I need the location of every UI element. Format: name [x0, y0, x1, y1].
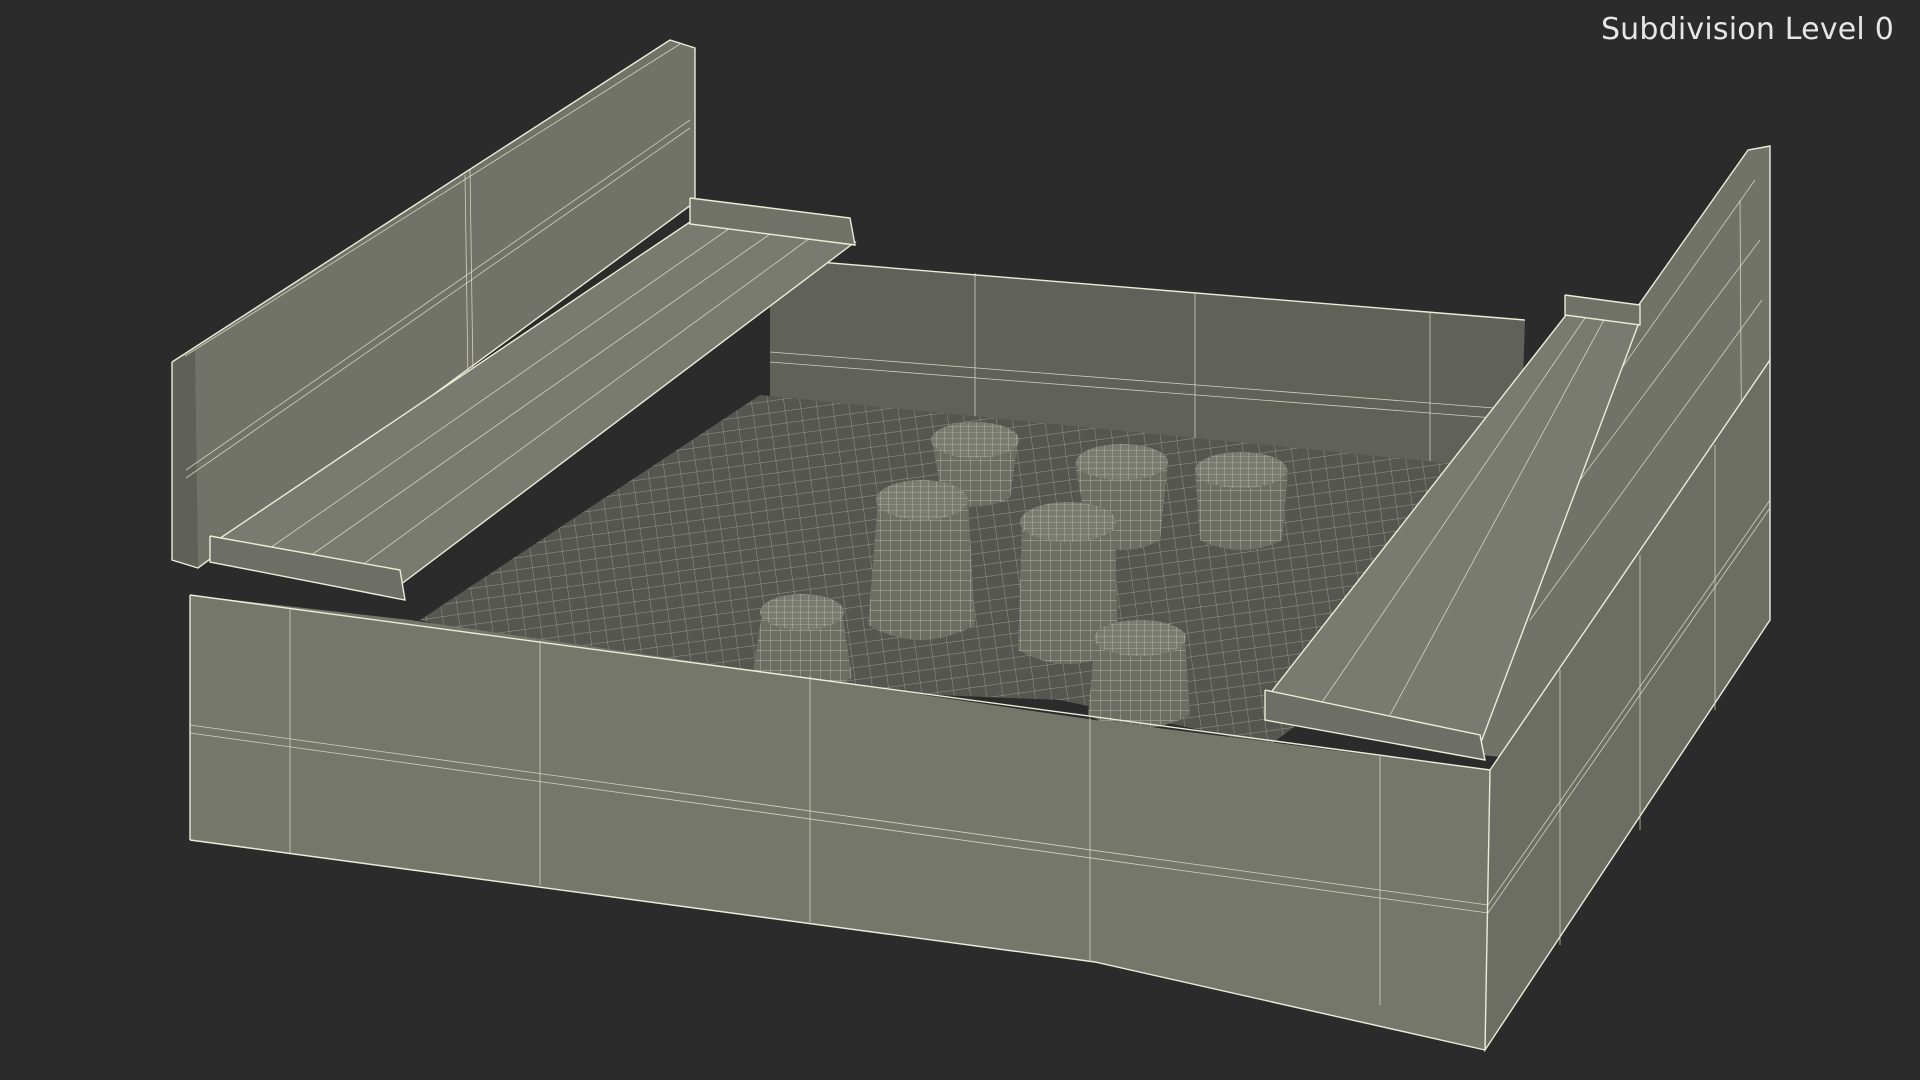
subdivision-level-label: Subdivision Level 0 — [1600, 12, 1894, 47]
sand-cup — [1195, 452, 1288, 550]
sand-cup — [868, 480, 975, 640]
3d-viewport[interactable] — [0, 0, 1920, 1080]
sand-cup — [1088, 620, 1190, 729]
